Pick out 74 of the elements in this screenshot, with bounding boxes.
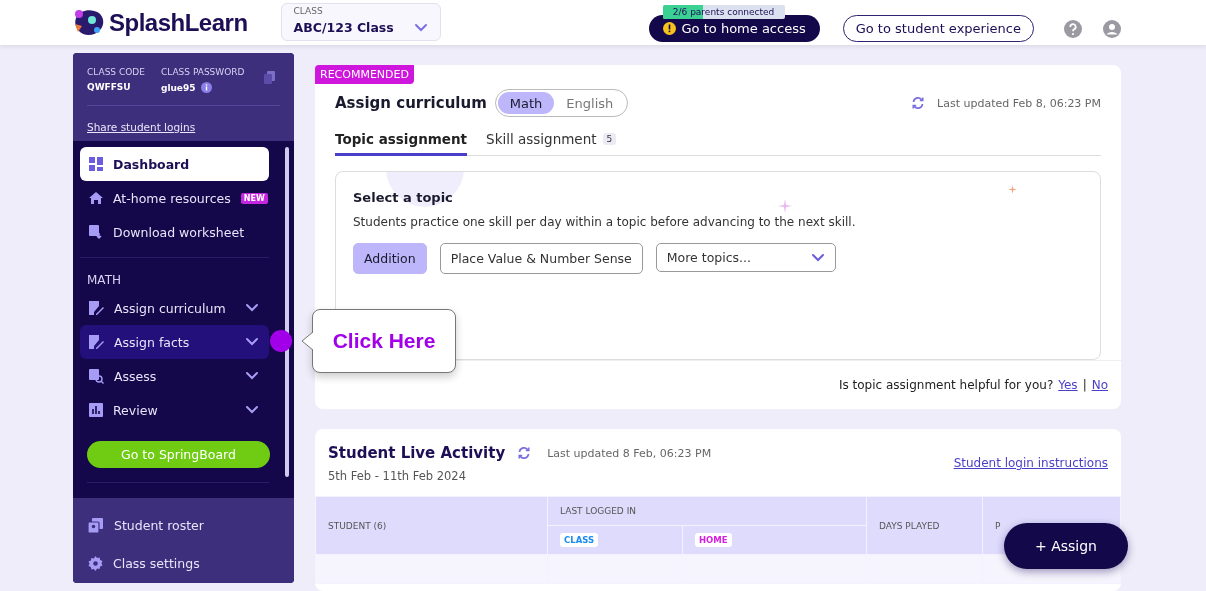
card-title: Student Live Activity (328, 444, 506, 462)
user-icon[interactable] (1102, 19, 1121, 38)
tooltip-pointer-icon (301, 332, 313, 350)
location-tag: CLASS (560, 533, 599, 547)
class-code-label: CLASS CODE (87, 67, 145, 77)
last-updated: Last updated 8 Feb, 06:23 PM (547, 446, 712, 460)
chevron-down-icon (810, 253, 825, 262)
class-dropdown[interactable]: CLASS ABC/123 Class (280, 2, 441, 41)
subject-option[interactable]: Math (497, 92, 555, 114)
copy-icon[interactable] (264, 71, 275, 84)
location-tag: HOME (695, 533, 732, 547)
share-logins-link[interactable]: Share student logins (87, 121, 196, 133)
class-password-label: CLASS PASSWORD (160, 67, 245, 77)
login-instructions-link[interactable]: Student login instructions (953, 456, 1108, 496)
sidebar-item[interactable]: Download worksheet (80, 215, 269, 249)
gear-icon (88, 556, 103, 572)
more-topics-dropdown[interactable]: More topics... (655, 243, 836, 272)
last-updated: Last updated Feb 8, 06:23 PM (937, 96, 1101, 110)
warning-icon (662, 22, 676, 35)
student-experience-button[interactable]: Go to student experience (842, 15, 1034, 42)
assign-button[interactable]: + Assign (1004, 523, 1128, 569)
grid-icon (89, 157, 103, 171)
tab[interactable]: Topic assignment (335, 131, 468, 156)
edit-icon (89, 335, 104, 349)
chevron-down-icon (413, 22, 428, 32)
subject-option[interactable]: English (554, 92, 626, 114)
sidebar-item[interactable]: Assign facts (80, 325, 269, 359)
separator: | (1082, 378, 1087, 392)
column-header: STUDENT (6) (315, 496, 548, 555)
sidebar-item[interactable]: Assign curriculum (80, 291, 269, 325)
search-document-icon (89, 368, 104, 384)
column-header: DAYS PLAYED (866, 496, 983, 555)
edit-icon (89, 301, 104, 315)
scrollbar[interactable] (285, 147, 289, 477)
chart-icon (89, 403, 103, 417)
chevron-down-icon (245, 303, 259, 312)
column-header: LAST LOGGED IN (547, 496, 867, 526)
sidebar-item[interactable]: Assess (80, 359, 269, 393)
card-title: Assign curriculum (335, 94, 487, 112)
class-password: glue95 (160, 82, 196, 93)
topic-chip[interactable]: Addition (353, 243, 427, 274)
logo-text[interactable]: SplashLearn (109, 8, 248, 37)
download-icon (89, 224, 103, 240)
home-icon (89, 191, 103, 205)
chevron-down-icon (245, 405, 259, 414)
info-icon[interactable] (200, 82, 212, 93)
recommended-badge: RECOMMENDED (315, 65, 414, 84)
section-title: Select a topic (353, 190, 454, 205)
chevron-down-icon (245, 371, 259, 380)
new-badge: NEW (240, 192, 268, 204)
sidebar-item[interactable]: Dashboard (80, 147, 269, 181)
date-range: 5th Feb - 11th Feb 2024 (328, 469, 467, 483)
refresh-icon[interactable] (911, 96, 926, 110)
class-code: QWFFSU (87, 82, 132, 92)
chevron-down-icon (245, 337, 259, 346)
topic-description: Students practice one skill per day within a topic before advancing to the next skill. (353, 215, 857, 229)
sparkle-icon (778, 199, 792, 213)
no-link[interactable]: No (1091, 378, 1108, 392)
sidebar-item[interactable]: Review (80, 393, 269, 427)
topic-chip[interactable]: Place Value & Number Sense (439, 243, 643, 274)
refresh-icon[interactable] (517, 446, 532, 460)
feedback-question: Is topic assignment helpful for you? (838, 378, 1054, 392)
logo-icon (73, 7, 105, 38)
sparkle-icon (1008, 185, 1017, 194)
yes-link[interactable]: Yes (1058, 378, 1078, 392)
sidebar-item[interactable]: Student roster (82, 517, 286, 533)
section-heading: MATH (87, 273, 122, 287)
help-icon[interactable] (1063, 19, 1082, 38)
sidebar-item[interactable]: At-home resources NEW (80, 181, 269, 215)
home-access-button[interactable]: Go to home access (648, 15, 820, 42)
sidebar-item[interactable]: Class settings (82, 556, 286, 572)
tooltip: Click Here (301, 309, 456, 373)
contacts-icon (88, 517, 104, 533)
tab[interactable]: Skill assignment 5 (486, 131, 617, 156)
